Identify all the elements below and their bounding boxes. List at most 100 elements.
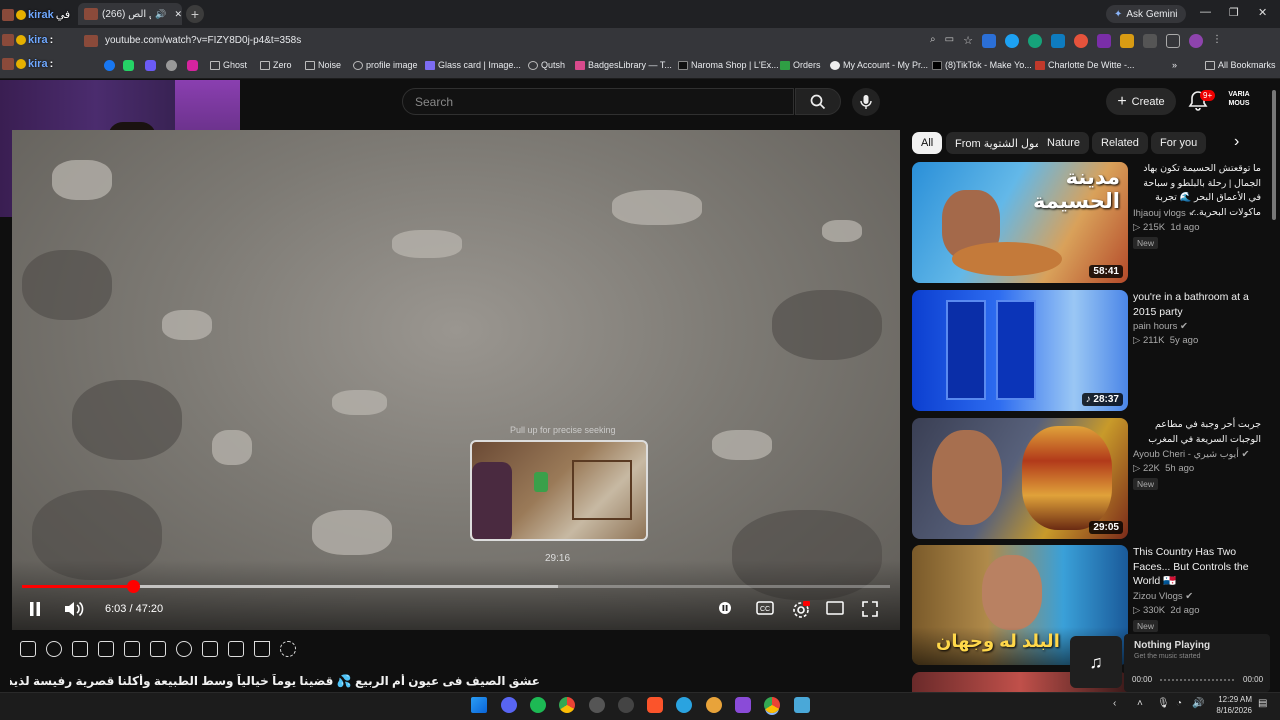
music-note-icon[interactable]: ♫ (1070, 636, 1122, 688)
add-clip-icon[interactable] (202, 641, 218, 657)
speed-icon[interactable] (176, 641, 192, 657)
rec-thumbnail[interactable]: ♪ 28:37 (912, 290, 1128, 411)
wifi-icon[interactable]: ◔ (1176, 698, 1182, 709)
bookmark-facebook-icon[interactable] (104, 60, 115, 71)
chrome-active-icon[interactable] (764, 697, 780, 713)
tray-chevron-up-icon[interactable]: ˄ (1137, 698, 1143, 709)
volume-tray-icon[interactable]: 🔊 (1192, 698, 1204, 709)
bookmark-glass-card[interactable]: Glass card | Image... (425, 60, 521, 70)
rec-channel[interactable]: pain hours ✔ (1133, 321, 1188, 332)
chip-for-you[interactable]: For you (1151, 132, 1207, 154)
rec-title[interactable]: جربت أحر وجبة في مطاعم الوجبات السريعة ف… (1133, 418, 1261, 447)
search-input[interactable]: Search (402, 88, 794, 115)
bookmark-badgeslibrary[interactable]: BadgesLibrary — T... (575, 60, 672, 70)
chips-next-chevron-icon[interactable]: › (1234, 133, 1239, 151)
bookmark-zero[interactable]: Zero (260, 60, 292, 70)
chip-nature[interactable]: Nature (1038, 132, 1090, 154)
close-window-button[interactable]: ✕ (1258, 6, 1267, 19)
telegram-icon[interactable] (676, 697, 692, 713)
ask-gemini-button[interactable]: ✦ Ask Gemini (1106, 5, 1186, 23)
bookmark-orders[interactable]: Orders (780, 60, 821, 70)
bookmark-qutsh[interactable]: Qutsh (528, 60, 565, 70)
now-playing-progress[interactable] (1160, 679, 1236, 681)
taskbar-clock[interactable]: 12:29 AM 8/16/2026 (1212, 694, 1252, 716)
chip-related[interactable]: Related (1092, 132, 1148, 154)
progress-scrubber-handle[interactable] (127, 580, 140, 593)
zoom-icon[interactable]: ⌕ (930, 34, 936, 48)
tray-mic-icon[interactable]: 🎙 (1157, 698, 1170, 709)
browser-menu-icon[interactable]: ⋮ (1212, 34, 1222, 48)
obs-icon[interactable] (589, 697, 605, 713)
all-bookmarks-folder[interactable]: All Bookmarks (1205, 60, 1276, 70)
screenshot-camera-icon[interactable] (228, 641, 244, 657)
brave-icon[interactable] (647, 697, 663, 713)
create-button[interactable]: + Create (1106, 88, 1176, 115)
url-field[interactable]: youtube.com/watch?v=FIZY8D0j-p4&t=358s (105, 35, 301, 46)
audio-wave-icon[interactable] (46, 641, 62, 657)
extension-icon[interactable] (1119, 34, 1134, 48)
channel-avatar[interactable]: VARIA MOUS (1226, 90, 1252, 112)
subtitles-icon[interactable]: CC (756, 601, 774, 615)
bookmark-noise[interactable]: Noise (305, 60, 341, 70)
reading-list-icon[interactable] (1165, 34, 1180, 48)
bookmark-naroma-shop[interactable]: Naroma Shop | L'Ex... (678, 60, 779, 70)
clapper-icon[interactable] (98, 641, 114, 657)
extension-icon[interactable] (1073, 34, 1088, 48)
extension-icon[interactable] (1004, 34, 1019, 48)
bookmark-instagram-icon[interactable] (187, 60, 198, 71)
voice-search-button[interactable] (852, 88, 880, 116)
extension-icon[interactable] (1096, 34, 1111, 48)
fullscreen-icon[interactable] (862, 601, 878, 617)
discord-icon[interactable] (501, 697, 517, 713)
pause-icon[interactable] (28, 601, 42, 617)
rec-channel[interactable]: Zizou Vlogs ✔ (1133, 591, 1193, 602)
rec-thumbnail[interactable]: 29:05 (912, 418, 1128, 539)
autoplay-toggle-icon[interactable] (718, 601, 732, 615)
rec-channel[interactable]: Ihjaouj vlogs ✔ (1133, 208, 1196, 219)
rec-title[interactable]: you're in a bathroom at a 2015 party (1133, 290, 1261, 319)
minimize-button[interactable]: — (1200, 6, 1211, 18)
new-tab-button[interactable]: + (186, 5, 204, 23)
volume-icon[interactable] (64, 601, 84, 617)
windows-start-icon[interactable] (471, 697, 487, 713)
bookmark-profile-image[interactable]: profile image (353, 60, 418, 70)
maximize-button[interactable]: ❐ (1229, 6, 1239, 19)
bookmark-star-icon[interactable]: ☆ (963, 34, 973, 48)
bookmarks-overflow-icon[interactable]: » (1172, 60, 1177, 70)
chip-from-channel[interactable]: From مول الشتوية (946, 132, 1050, 154)
bookmark-ghost[interactable]: Ghost (210, 60, 247, 70)
settings-gear-icon[interactable] (792, 601, 810, 619)
rec-thumbnail[interactable]: مدينة الحسيمة 58:41 (912, 162, 1128, 283)
mini-player-icon[interactable] (124, 641, 140, 657)
tray-overflow-icon[interactable]: ‹ (1113, 698, 1116, 709)
app-icon[interactable] (794, 697, 810, 713)
notification-center-icon[interactable]: ▤ (1258, 698, 1267, 709)
extension-icon[interactable] (1027, 34, 1042, 48)
loop-icon[interactable] (20, 641, 36, 657)
extensions-puzzle-icon[interactable] (1142, 34, 1157, 48)
tab-audio-icon[interactable]: 🔊 (155, 9, 166, 20)
cast-icon[interactable]: ▭ (945, 34, 954, 48)
app-icon[interactable] (735, 697, 751, 713)
extension-icon[interactable] (1050, 34, 1065, 48)
app-icon[interactable] (706, 697, 722, 713)
video-player[interactable] (12, 130, 900, 630)
theater-mode-icon[interactable] (826, 601, 844, 615)
rec-title[interactable]: This Country Has Two Faces... But Contro… (1133, 545, 1261, 589)
bookmark-charlotte[interactable]: Charlotte De Witte -... (1035, 60, 1135, 70)
page-scrollbar[interactable] (1270, 90, 1278, 220)
browser-tab-active[interactable]: (266) عشق الص... 🔊 ✕ (78, 3, 182, 25)
bookmark-tiktok[interactable]: (8)TikTok - Make Yo... (932, 60, 1032, 70)
tab-close-icon[interactable]: ✕ (174, 9, 182, 20)
spotify-icon[interactable] (530, 697, 546, 713)
chrome-icon[interactable] (559, 697, 575, 713)
bookmark-whatsapp-icon[interactable] (123, 60, 134, 71)
chip-all[interactable]: All (912, 132, 943, 154)
progress-bar[interactable] (22, 585, 890, 588)
profile-avatar[interactable] (1188, 34, 1203, 48)
playlist-icon[interactable] (72, 641, 88, 657)
extension-icon[interactable] (981, 34, 996, 48)
search-button[interactable] (795, 88, 841, 115)
bookmark-messenger-icon[interactable] (145, 60, 156, 71)
rec-channel[interactable]: Ayoub Cheri - أيوب شيري ✔ (1133, 449, 1249, 460)
